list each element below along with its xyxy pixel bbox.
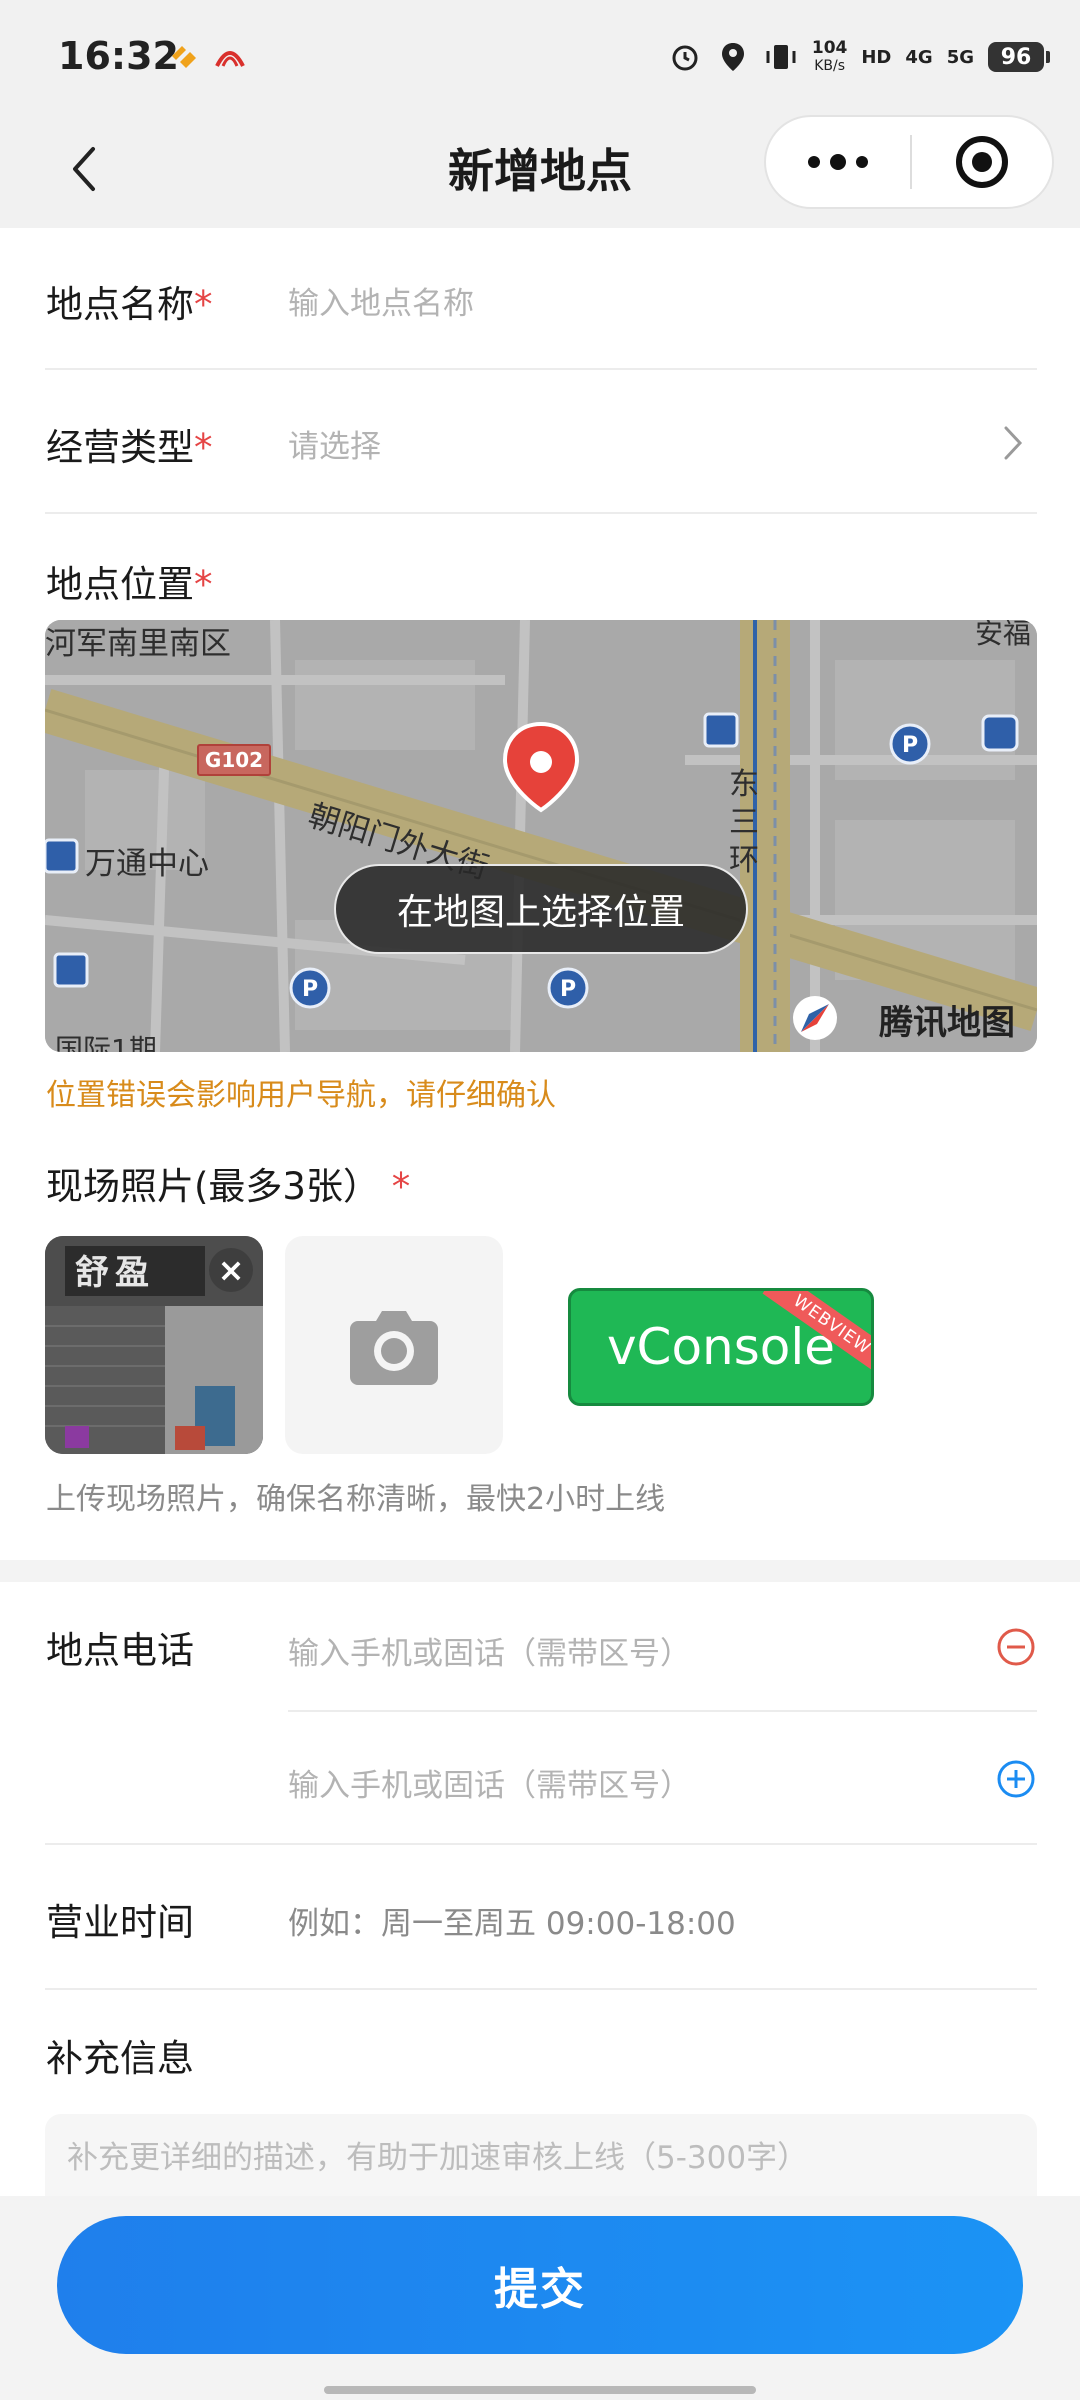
vibrate-icon	[764, 40, 798, 74]
signal-4g: 4G	[905, 46, 933, 68]
photos-hint: 上传现场照片，确保名称清晰，最快2小时上线	[46, 1482, 666, 1517]
app-notification-icon	[172, 46, 196, 68]
plus-circle-icon	[997, 1760, 1035, 1798]
svg-text:舒: 舒	[75, 1253, 109, 1293]
map-label-building: 万通中心	[85, 846, 209, 882]
map-label-partial-bottom: 国际1期	[55, 1033, 157, 1052]
divider	[45, 1843, 1037, 1845]
location-map[interactable]: P P P 河军南里南区 G102 朝阳门外大街 东三环 万通中心 安福 国际1…	[45, 620, 1037, 1052]
svg-text:P: P	[902, 733, 918, 758]
battery-icon: 96	[988, 42, 1050, 72]
map-background: P P P	[45, 620, 1037, 1052]
signal-5g: 5G	[946, 46, 974, 68]
svg-text:P: P	[560, 977, 576, 1002]
close-target-icon	[956, 136, 1008, 188]
submit-button[interactable]: 提交	[57, 2216, 1023, 2354]
minus-circle-icon	[997, 1628, 1035, 1666]
uploaded-photo[interactable]: 舒 盈 ×	[45, 1236, 263, 1454]
divider	[45, 368, 1037, 370]
navigation-bar: 新增地点	[0, 115, 1080, 228]
svg-text:盈: 盈	[115, 1253, 149, 1293]
divider	[45, 1988, 1037, 1990]
hours-input[interactable]: 例如：周一至周五 09:00-18:00	[288, 1898, 736, 1943]
miniprogram-capsule	[764, 115, 1054, 209]
phone-input-2[interactable]: 输入手机或固话（需带区号）	[288, 1760, 691, 1805]
delete-photo-button[interactable]: ×	[209, 1248, 253, 1292]
vconsole-button[interactable]: vConsole WEBVIEW	[568, 1288, 874, 1406]
photos-label: 现场照片(最多3张） *	[46, 1165, 411, 1208]
section-gap	[0, 1560, 1080, 1582]
divider	[45, 512, 1037, 514]
app-notification-icon-2	[215, 51, 245, 67]
map-label-ring-road: 东三环	[729, 767, 759, 878]
hours-label: 营业时间	[46, 1901, 194, 1944]
select-on-map-button[interactable]: 在地图上选择位置	[334, 864, 748, 954]
close-miniprogram-button[interactable]	[912, 117, 1052, 207]
hd-badge: HD	[861, 46, 892, 68]
location-warning: 位置错误会影响用户导航，请仔细确认	[46, 1078, 556, 1113]
map-road-badge: G102	[197, 744, 271, 776]
divider	[288, 1710, 1037, 1712]
extra-info-label: 补充信息	[46, 2037, 194, 2080]
name-label: 地点名称*	[46, 283, 213, 326]
add-photo-button[interactable]	[285, 1236, 503, 1454]
map-label-partial: 安福	[975, 620, 1032, 650]
chevron-right-icon	[1004, 426, 1023, 460]
add-phone-button[interactable]	[996, 1759, 1036, 1799]
home-indicator[interactable]	[324, 2386, 756, 2394]
type-select[interactable]: 请选择	[288, 421, 1028, 471]
type-label: 经营类型*	[46, 426, 213, 469]
phone-label: 地点电话	[46, 1629, 194, 1672]
network-speed: 104 KB/s	[811, 38, 848, 74]
svg-text:P: P	[302, 977, 318, 1002]
map-label-district: 河军南里南区	[45, 626, 231, 662]
more-options-button[interactable]	[766, 117, 910, 207]
location-icon	[716, 40, 750, 74]
remove-phone-button[interactable]	[996, 1627, 1036, 1667]
map-brand: 腾讯地图	[879, 1003, 1015, 1043]
location-label: 地点位置*	[46, 563, 213, 606]
status-time: 16:32	[58, 34, 179, 78]
phone-input-1[interactable]: 输入手机或固话（需带区号）	[288, 1628, 691, 1673]
camera-icon	[350, 1311, 438, 1385]
status-icons: 104 KB/s HD 4G 5G 96	[668, 34, 1050, 80]
alarm-icon	[668, 40, 702, 74]
name-input[interactable]: 输入地点名称	[288, 278, 474, 323]
status-bar: 16:32 104 KB/s HD 4G 5G 96	[0, 0, 1080, 115]
